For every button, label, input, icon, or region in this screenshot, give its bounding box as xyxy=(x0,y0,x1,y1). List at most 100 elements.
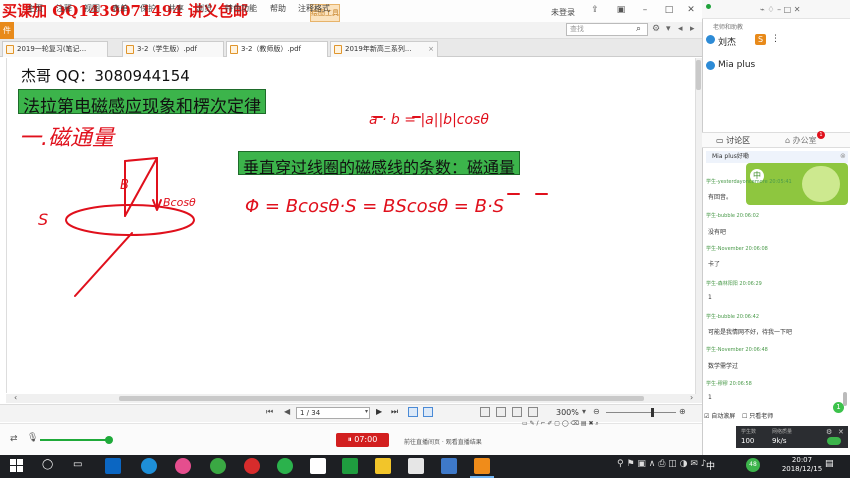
last-page-icon[interactable]: ⏭ xyxy=(391,407,398,417)
page-number-input[interactable]: 1 / 34 xyxy=(296,407,370,419)
input-language[interactable]: 中 xyxy=(706,459,715,472)
live-timer: 07:00 xyxy=(354,435,378,444)
photo-app-icon[interactable] xyxy=(175,458,191,474)
handwritten-dot-product: a · b = |a||b|cosθ xyxy=(369,112,489,128)
close-icon[interactable]: × xyxy=(428,42,434,57)
image-viewer-icon[interactable] xyxy=(441,458,457,474)
close-notice-icon[interactable]: ⊗ xyxy=(840,152,846,160)
camera-toggle[interactable] xyxy=(827,437,841,445)
minimize-icon[interactable]: – xyxy=(640,5,650,15)
task-view-icon[interactable]: ▭ xyxy=(73,459,82,470)
close-icon[interactable]: ✕ xyxy=(686,5,696,15)
tab-document-4[interactable]: 2019年新高三系列... × xyxy=(330,41,438,57)
teachers-heading: 老师和助教 xyxy=(713,24,744,31)
scroll-right-icon[interactable]: › xyxy=(690,393,693,402)
share-icon[interactable]: ⇪ xyxy=(590,5,600,15)
tab-document-3-active[interactable]: 3-2（教师版）.pdf xyxy=(226,41,328,57)
students-label: 学生数 xyxy=(741,429,757,435)
back-arrow-icon[interactable]: ◂ xyxy=(678,24,683,34)
menu-annotation-format[interactable]: 注释格式 xyxy=(298,3,330,14)
first-page-icon[interactable]: ⏮ xyxy=(266,407,273,417)
assistant-name[interactable]: Mia plus xyxy=(718,60,755,70)
maximize-icon[interactable]: □ xyxy=(664,5,674,15)
page-view-icon[interactable] xyxy=(423,407,433,417)
scroll-left-icon[interactable]: ‹ xyxy=(14,393,17,402)
prev-page-icon[interactable]: ◀ xyxy=(284,407,290,416)
teacher-name[interactable]: 刘杰 xyxy=(718,35,736,48)
continuous-page-icon[interactable] xyxy=(496,407,506,417)
wechat-icon[interactable] xyxy=(277,458,293,474)
menu-view[interactable]: 视图 xyxy=(84,3,100,14)
annotation-toolbar[interactable]: ▭ ✎ ∕ ⌐ ✐ ▢ ◯ ⌫ ▤ ✖ ⌕ xyxy=(522,420,599,428)
zoom-out-icon[interactable]: ⊖ xyxy=(593,407,600,416)
settings-icon[interactable]: ⚙ xyxy=(826,428,832,436)
video-app-icon[interactable] xyxy=(342,458,358,474)
menu-home[interactable]: 主页 xyxy=(27,3,43,14)
forward-arrow-icon[interactable]: ▸ xyxy=(690,24,695,34)
ie-browser-icon[interactable] xyxy=(141,458,157,474)
tab-document-2[interactable]: 3-2（学生版）.pdf xyxy=(122,41,224,57)
file-menu-button[interactable]: 件 xyxy=(0,22,14,39)
live-settings-icon[interactable]: ⇄ xyxy=(10,434,18,444)
network-speed: 9k/s xyxy=(772,437,787,445)
volume-handle[interactable] xyxy=(105,436,113,444)
menu-help[interactable]: 帮助 xyxy=(270,3,286,14)
search-icon[interactable]: ⌕ xyxy=(636,24,641,34)
menu-share[interactable]: 共享 xyxy=(168,3,184,14)
leaf-graphic xyxy=(802,166,840,202)
more-icon[interactable]: ⋮ xyxy=(771,34,780,44)
menu-features[interactable]: 特色功能 xyxy=(225,3,257,14)
gear-icon[interactable]: ⚙ xyxy=(652,24,660,34)
autoscroll-checkbox[interactable]: ☑ 自动滚屏 xyxy=(704,411,735,420)
vertical-scroll-thumb[interactable] xyxy=(696,60,701,90)
vertical-scrollbar[interactable] xyxy=(695,58,702,394)
online-dot-icon xyxy=(706,4,711,9)
start-button[interactable] xyxy=(10,459,24,473)
menu-browse[interactable]: 浏览 xyxy=(196,3,212,14)
two-page-continuous-icon[interactable] xyxy=(528,407,538,417)
next-page-icon[interactable]: ▶ xyxy=(376,407,382,416)
zoom-level[interactable]: 300% xyxy=(556,408,579,417)
close-icon[interactable]: ✕ xyxy=(838,428,844,436)
zoom-in-icon[interactable]: ⊕ xyxy=(679,407,686,416)
single-page-icon[interactable] xyxy=(480,407,490,417)
mail-icon[interactable] xyxy=(310,458,326,474)
zoom-slider-track[interactable] xyxy=(606,412,676,413)
page-dropdown-icon[interactable]: ▾ xyxy=(365,408,368,415)
only-teacher-checkbox[interactable]: ☐ 只看老师 xyxy=(742,411,773,420)
page-layout-icon[interactable] xyxy=(408,407,418,417)
sidebar-window-controls[interactable]: ⌁ ♢ – □ ✕ xyxy=(760,5,800,14)
chat-user: 学生-bubble 20:06:42 xyxy=(706,314,760,320)
pdf-reader-taskbar-icon[interactable] xyxy=(474,458,490,474)
microphone-icon[interactable]: 🎙 xyxy=(27,433,38,443)
menu-form[interactable]: 表单 xyxy=(112,3,128,14)
chat-user: 学生-穆穆 20:06:58 xyxy=(706,381,752,387)
cortana-search-icon[interactable]: ◯ xyxy=(42,459,53,470)
tab-document-1[interactable]: 2019一轮复习(笔记... xyxy=(2,41,108,57)
tab-discussion[interactable]: ▭ 讨论区 xyxy=(716,135,750,146)
360-browser-icon[interactable] xyxy=(210,458,226,474)
login-status[interactable]: 未登录 xyxy=(551,7,575,18)
two-page-icon[interactable] xyxy=(512,407,522,417)
network-label: 网络质量 xyxy=(772,429,793,435)
zoom-slider-thumb[interactable] xyxy=(651,408,654,417)
tray-badge[interactable]: 48 xyxy=(746,458,760,472)
menu-annotate[interactable]: 注释 xyxy=(56,3,72,14)
file-explorer-icon[interactable] xyxy=(375,458,391,474)
store-app-icon[interactable] xyxy=(105,458,121,474)
system-tray-icons[interactable]: ⚲ ⚑ ▣ ∧ ⎙ ◫ ◑ ✉ ♪ xyxy=(617,459,706,469)
chat-app-icon[interactable] xyxy=(244,458,260,474)
field-line xyxy=(74,232,133,297)
horizontal-scroll-thumb[interactable] xyxy=(119,396,644,401)
chevron-down-icon[interactable]: ▾ xyxy=(666,24,671,34)
chat-scroll-thumb[interactable] xyxy=(843,392,847,406)
notification-icon[interactable]: ▤ xyxy=(825,459,834,469)
zoom-dropdown-icon[interactable]: ▾ xyxy=(582,407,586,416)
live-timer-button[interactable]: ⏸ 07:00 xyxy=(336,433,389,447)
live-message: 前往直播间页 · 观看直播结果 xyxy=(404,439,482,446)
menu-protect[interactable]: 保护 xyxy=(140,3,156,14)
skin-icon[interactable]: ▣ xyxy=(616,5,626,15)
tab-office[interactable]: ⌂ 办公室 xyxy=(785,135,817,146)
document-app-icon[interactable] xyxy=(408,458,424,474)
taskbar-clock[interactable]: 20:07 2018/12/15 xyxy=(781,456,823,474)
